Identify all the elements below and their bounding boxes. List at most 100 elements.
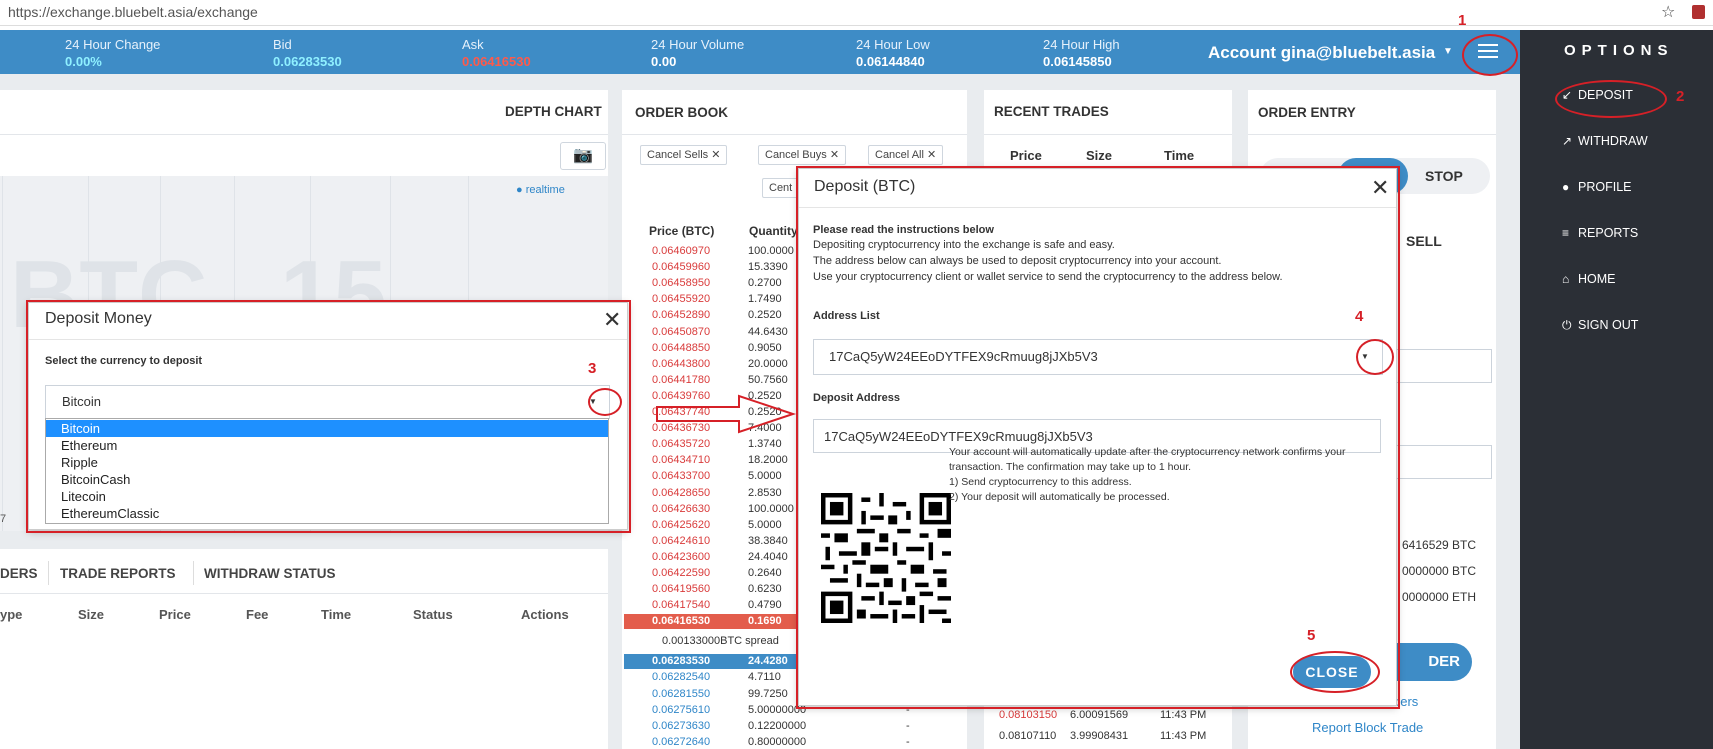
list-icon: ≡ (1562, 226, 1570, 240)
sidebar-item-label: REPORTS (1578, 226, 1639, 240)
sidebar-item-profile[interactable]: ● PROFILE (1562, 180, 1632, 194)
ask-price[interactable]: 0.06417540 (652, 599, 710, 611)
ask-quantity[interactable]: 50.7560 (748, 374, 788, 386)
ask-quantity[interactable]: 5.0000 (748, 470, 782, 482)
column-header-size: Size (1086, 148, 1113, 163)
ask-price[interactable]: 0.06455920 (652, 293, 710, 305)
bid-quantity[interactable]: 0.12200000 (748, 720, 806, 732)
ask-price[interactable]: 0.06422590 (652, 567, 710, 579)
bid-price[interactable]: 0.06272640 (652, 736, 710, 748)
ask-price[interactable]: 0.06426630 (652, 503, 710, 515)
bid-quantity[interactable]: 4.7110 (748, 671, 781, 683)
ask-price[interactable]: 0.06419560 (652, 583, 710, 595)
ask-price[interactable]: 0.06423600 (652, 551, 710, 563)
ask-quantity[interactable]: 24.4040 (748, 551, 788, 563)
chevron-down-icon[interactable]: ▼ (1443, 46, 1453, 57)
ask-price[interactable]: 0.06452890 (652, 309, 710, 321)
cancel-sells-label: Cancel Sells (647, 149, 709, 161)
bid-extra[interactable]: - (906, 720, 910, 732)
ask-quantity[interactable]: 2.8530 (748, 487, 782, 499)
camera-icon[interactable]: 📷 (560, 142, 606, 170)
close-icon: ✕ (926, 149, 937, 161)
legend-dot-icon: ● (516, 184, 523, 196)
ask-quantity[interactable]: 0.9050 (748, 342, 782, 354)
url-text[interactable]: https://exchange.bluebelt.asia/exchange (8, 4, 258, 20)
ask-quantity[interactable]: 15.3390 (748, 261, 788, 273)
ask-quantity[interactable]: 100.0000 (748, 503, 794, 515)
bid-price[interactable]: 0.06282540 (652, 671, 710, 683)
center-button[interactable]: Cent (762, 178, 799, 198)
sell-tab[interactable]: SELL (1406, 233, 1442, 249)
ask-quantity[interactable]: 100.0000 (748, 245, 794, 257)
ask-price[interactable]: 0.06459960 (652, 261, 710, 273)
ask-quantity[interactable]: 18.2000 (748, 454, 788, 466)
browser-address-bar[interactable]: https://exchange.bluebelt.asia/exchange … (0, 0, 1713, 26)
ask-price[interactable]: 0.06425620 (652, 519, 710, 531)
tab-orders[interactable]: DERS (0, 566, 38, 581)
annotation-circle-deposit (1555, 80, 1667, 118)
ask-price[interactable]: 0.06424610 (652, 535, 710, 547)
ticker-change-label: 24 Hour Change (65, 37, 161, 52)
tab-withdraw-status[interactable]: WITHDRAW STATUS (204, 566, 335, 581)
ask-quantity[interactable]: 0.2520 (748, 309, 782, 321)
best-bid-quantity[interactable]: 24.4280 (748, 655, 788, 667)
ask-price[interactable]: 0.06435720 (652, 438, 710, 450)
ask-price[interactable]: 0.06458950 (652, 277, 710, 289)
cancel-buys-button[interactable]: Cancel Buys ✕ (758, 145, 847, 165)
ask-price[interactable]: 0.06460970 (652, 245, 710, 257)
bid-quantity[interactable]: 99.7250 (748, 688, 788, 700)
ask-quantity[interactable]: 1.7490 (748, 293, 782, 305)
ask-price[interactable]: 0.06433700 (652, 470, 710, 482)
ticker-low-label: 24 Hour Low (856, 37, 930, 52)
ask-price[interactable]: 0.06448850 (652, 342, 710, 354)
ask-quantity[interactable]: 44.6430 (748, 326, 788, 338)
ticker-low-value: 0.06144840 (856, 54, 925, 69)
ask-price[interactable]: 0.06434710 (652, 454, 710, 466)
annotation-circle-menu (1462, 34, 1518, 76)
report-block-trade-link[interactable]: Report Block Trade (1312, 720, 1423, 735)
ask-price[interactable]: 0.06428650 (652, 487, 710, 499)
bid-price[interactable]: 0.06273630 (652, 720, 710, 732)
ask-quantity[interactable]: 38.3840 (748, 535, 788, 547)
chart-gridline (2, 176, 3, 531)
ticker-bar: 24 Hour Change 0.00% Bid 0.06283530 Ask … (0, 30, 1520, 74)
ask-quantity[interactable]: 0.2700 (748, 277, 782, 289)
ask-quantity[interactable]: 0.6230 (748, 583, 782, 595)
cancel-sells-button[interactable]: Cancel Sells ✕ (640, 145, 728, 165)
ask-price[interactable]: 0.06441780 (652, 374, 710, 386)
best-ask-quantity[interactable]: 0.1690 (748, 615, 782, 627)
sidebar-item-reports[interactable]: ≡ REPORTS (1562, 226, 1638, 240)
best-ask-price[interactable]: 0.06416530 (652, 615, 710, 627)
bid-price[interactable]: 0.06275610 (652, 704, 710, 716)
ticker-volume: 24 Hour Volume 0.00 (651, 37, 744, 69)
cancel-all-button[interactable]: Cancel All ✕ (868, 145, 944, 165)
sidebar-item-home[interactable]: ⌂ HOME (1562, 272, 1616, 286)
power-icon: ⏻ (1562, 318, 1572, 332)
bookmark-star-icon[interactable]: ☆ (1661, 2, 1675, 22)
ask-quantity[interactable]: 5.0000 (748, 519, 782, 531)
extension-icon[interactable] (1692, 5, 1705, 19)
ask-price[interactable]: 0.06443800 (652, 358, 710, 370)
realtime-legend[interactable]: ● realtime (516, 184, 565, 196)
ask-quantity[interactable]: 1.3740 (748, 438, 782, 450)
sidebar-item-withdraw[interactable]: ↗ WITHDRAW (1562, 134, 1648, 148)
bid-price[interactable]: 0.06281550 (652, 688, 710, 700)
stop-tab[interactable]: STOP (1425, 168, 1463, 184)
tab-trade-reports[interactable]: TRADE REPORTS (60, 566, 176, 581)
ask-price[interactable]: 0.06450870 (652, 326, 710, 338)
annotation-number: 2 (1676, 88, 1685, 105)
sidebar-item-label: WITHDRAW (1578, 134, 1648, 148)
arrow-up-right-icon: ↗ (1562, 134, 1573, 148)
ask-quantity[interactable]: 0.4790 (748, 599, 782, 611)
ask-quantity[interactable]: 0.2640 (748, 567, 782, 579)
sidebar-item-signout[interactable]: ⏻ SIGN OUT (1562, 318, 1638, 333)
column-header-size: Size (78, 607, 105, 622)
column-header-type: ype (0, 607, 23, 622)
bid-quantity[interactable]: 0.80000000 (748, 736, 806, 748)
user-icon: ● (1562, 180, 1570, 194)
best-bid-price[interactable]: 0.06283530 (652, 655, 710, 667)
ask-quantity[interactable]: 20.0000 (748, 358, 788, 370)
account-menu[interactable]: Account gina@bluebelt.asia (1208, 43, 1435, 63)
bid-extra[interactable]: - (906, 736, 910, 748)
trade-size: 3.99908431 (1070, 730, 1129, 742)
